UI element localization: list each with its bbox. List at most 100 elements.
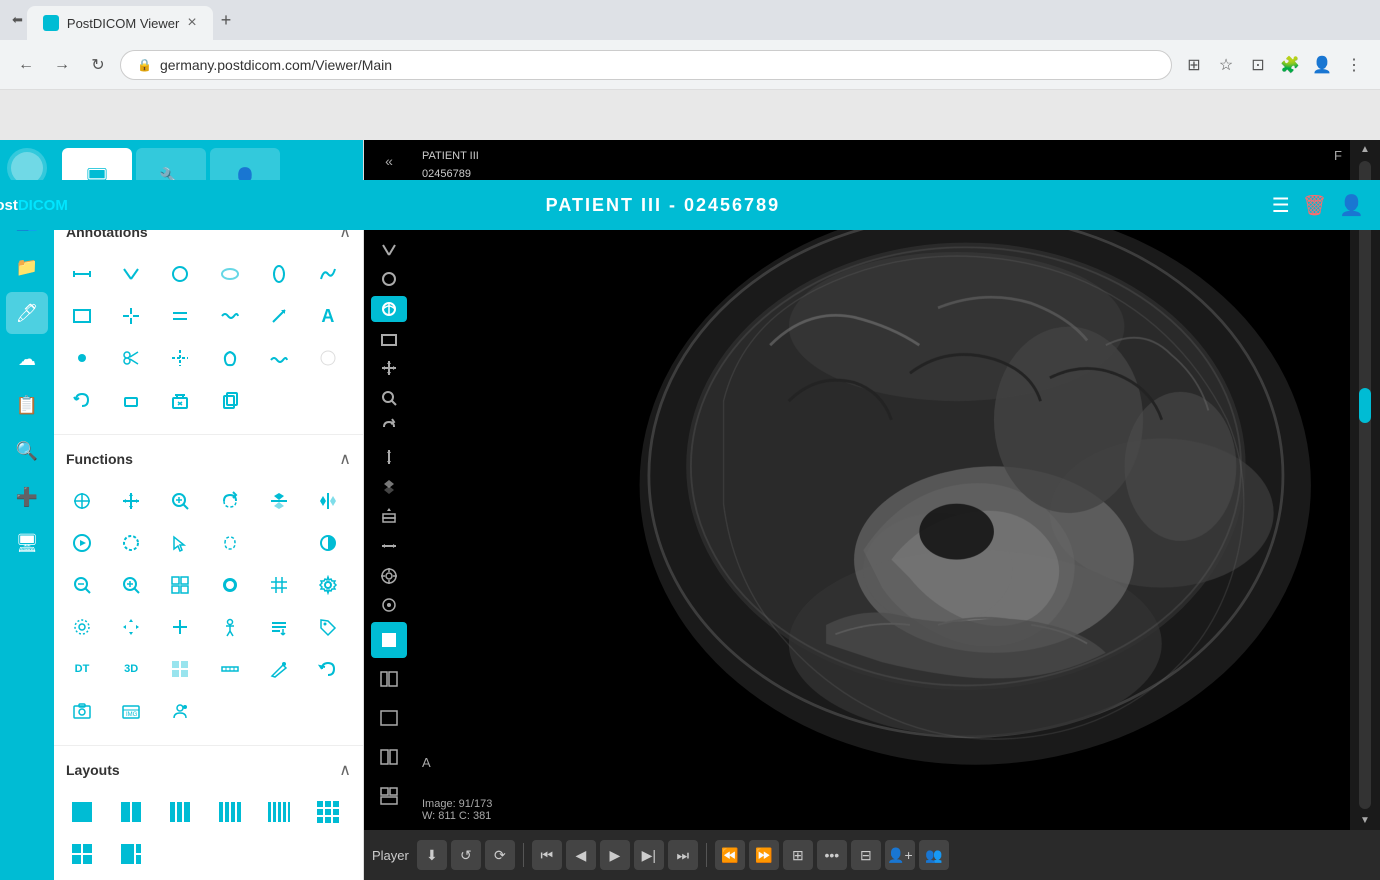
ellipse-viewer-button[interactable] <box>371 592 407 618</box>
layout2-button[interactable] <box>371 739 407 775</box>
layouts-toggle[interactable]: ∧ <box>339 760 351 780</box>
split-v-button[interactable] <box>371 661 407 697</box>
pan-viewer-button[interactable] <box>371 355 407 381</box>
sidebar-item-add[interactable]: ➕ <box>6 476 48 518</box>
circle-tool[interactable] <box>160 254 200 294</box>
undo-tool[interactable] <box>62 380 102 420</box>
layout-2x1[interactable] <box>111 792 151 832</box>
text-tool[interactable]: A <box>308 296 348 336</box>
zoom-viewer-button[interactable] <box>371 385 407 411</box>
parallel-tool[interactable] <box>160 296 200 336</box>
user-button[interactable]: 👤 <box>1339 193 1364 218</box>
address-bar[interactable]: 🔒 germany.postdicom.com/Viewer/Main <box>120 50 1172 80</box>
undo2-fn[interactable] <box>308 649 348 689</box>
flip-h-fn[interactable] <box>308 481 348 521</box>
vertical-scrollbar[interactable]: ▲ ▼ <box>1350 140 1380 830</box>
placeholder2-fn[interactable] <box>259 523 299 563</box>
sidebar-item-annotations[interactable]: 🖊 <box>6 292 48 334</box>
rotate-fn[interactable] <box>210 481 250 521</box>
scroll-up-arrow[interactable]: ▲ <box>1356 140 1374 159</box>
delete-button[interactable]: 🗑 <box>1302 193 1327 218</box>
contrast-fn[interactable] <box>308 523 348 563</box>
sidebar-item-folders[interactable]: 📁 <box>6 246 48 288</box>
player-prev[interactable]: ◀ <box>566 840 596 870</box>
ruler-tool[interactable] <box>62 254 102 294</box>
squiggle-tool[interactable] <box>259 338 299 378</box>
roi-viewer-button[interactable] <box>371 326 407 352</box>
player-last[interactable]: ⏭ <box>668 840 698 870</box>
profile-picture-button[interactable]: 👤 <box>1308 51 1336 79</box>
sort-fn[interactable] <box>259 607 299 647</box>
grid-fn[interactable] <box>259 565 299 605</box>
player-more[interactable]: ••• <box>817 840 847 870</box>
player-download[interactable]: ⬇ <box>417 840 447 870</box>
clear-tool[interactable] <box>160 380 200 420</box>
freehand-roi-fn[interactable] <box>210 523 250 563</box>
freehand-tool[interactable] <box>308 254 348 294</box>
nav-back-button[interactable]: ← <box>12 51 40 79</box>
angle-viewer-button[interactable] <box>371 237 407 263</box>
layout-3x1[interactable] <box>160 792 200 832</box>
player-next[interactable]: ▶| <box>634 840 664 870</box>
probe-tool[interactable] <box>160 338 200 378</box>
mosaic2-fn[interactable] <box>160 649 200 689</box>
cine-fn[interactable] <box>62 523 102 563</box>
user-info-fn[interactable] <box>160 691 200 731</box>
tab-back-button[interactable]: ⬅ <box>8 12 27 28</box>
wl-viewer-button[interactable] <box>371 296 407 322</box>
player-play[interactable]: ▶ <box>600 840 630 870</box>
scroll-track[interactable] <box>1359 161 1371 809</box>
axis-fn[interactable] <box>160 607 200 647</box>
freehand2-tool[interactable] <box>210 338 250 378</box>
dt-fn[interactable]: DT <box>62 649 102 689</box>
active-tab[interactable]: PostDICOM Viewer × <box>27 6 213 40</box>
angle-tool[interactable] <box>111 254 151 294</box>
player-add-user[interactable]: 👤+ <box>885 840 915 870</box>
eraser-tool[interactable] <box>111 380 151 420</box>
arrow-tool[interactable] <box>259 296 299 336</box>
negative-fn[interactable] <box>210 565 250 605</box>
translate-button[interactable]: ⊞ <box>1180 51 1208 79</box>
sidebar-item-search[interactable]: 🔍 <box>6 430 48 472</box>
tab-close-button[interactable]: × <box>187 14 196 32</box>
scroll-thumb[interactable] <box>1359 388 1371 423</box>
magic-fn[interactable] <box>259 649 299 689</box>
zoom-out-fn[interactable] <box>62 565 102 605</box>
mosaic-fn[interactable] <box>160 565 200 605</box>
placeholder-tool[interactable] <box>308 338 348 378</box>
player-rewind[interactable]: ⏪ <box>715 840 745 870</box>
layout-4x1[interactable] <box>210 792 250 832</box>
crosshair-tool[interactable] <box>111 296 151 336</box>
circle-viewer-button[interactable] <box>371 267 407 293</box>
layout1-button[interactable] <box>371 700 407 736</box>
scissors-tool[interactable] <box>111 338 151 378</box>
nav-refresh-button[interactable]: ↻ <box>84 51 112 79</box>
player-split[interactable]: ⊟ <box>851 840 881 870</box>
queue-button[interactable]: ☰ <box>1272 193 1290 218</box>
scroll-down-arrow[interactable]: ▼ <box>1356 811 1374 830</box>
rotate-viewer-button[interactable] <box>371 415 407 441</box>
photo-fn[interactable] <box>62 691 102 731</box>
stack-viewer-button[interactable] <box>371 504 407 530</box>
player-fast-fwd[interactable]: ⏩ <box>749 840 779 870</box>
settings-menu-button[interactable]: ⋮ <box>1340 51 1368 79</box>
player-first[interactable]: ⏮ <box>532 840 562 870</box>
layout-2x2[interactable] <box>62 834 102 874</box>
extensions-button[interactable]: 🧩 <box>1276 51 1304 79</box>
roi-rect-tool[interactable] <box>62 296 102 336</box>
gear2-fn[interactable] <box>62 607 102 647</box>
crosshair-fn[interactable] <box>62 481 102 521</box>
player-layout-grid[interactable]: ⊞ <box>783 840 813 870</box>
functions-toggle[interactable]: ∧ <box>339 449 351 469</box>
scroll2-viewer-button[interactable] <box>371 533 407 559</box>
tag-fn[interactable] <box>308 607 348 647</box>
tab-search-button[interactable]: ⊡ <box>1244 51 1272 79</box>
3d-fn[interactable]: 3D <box>111 649 151 689</box>
layout3-button[interactable] <box>371 778 407 814</box>
layout-3x3[interactable] <box>308 792 348 832</box>
player-users[interactable]: 👥 <box>919 840 949 870</box>
copy-image-tool[interactable] <box>210 380 250 420</box>
collapse-panel-button[interactable]: « <box>371 148 407 174</box>
image-info-fn[interactable]: IMG <box>111 691 151 731</box>
rect-white-button[interactable] <box>371 622 407 658</box>
